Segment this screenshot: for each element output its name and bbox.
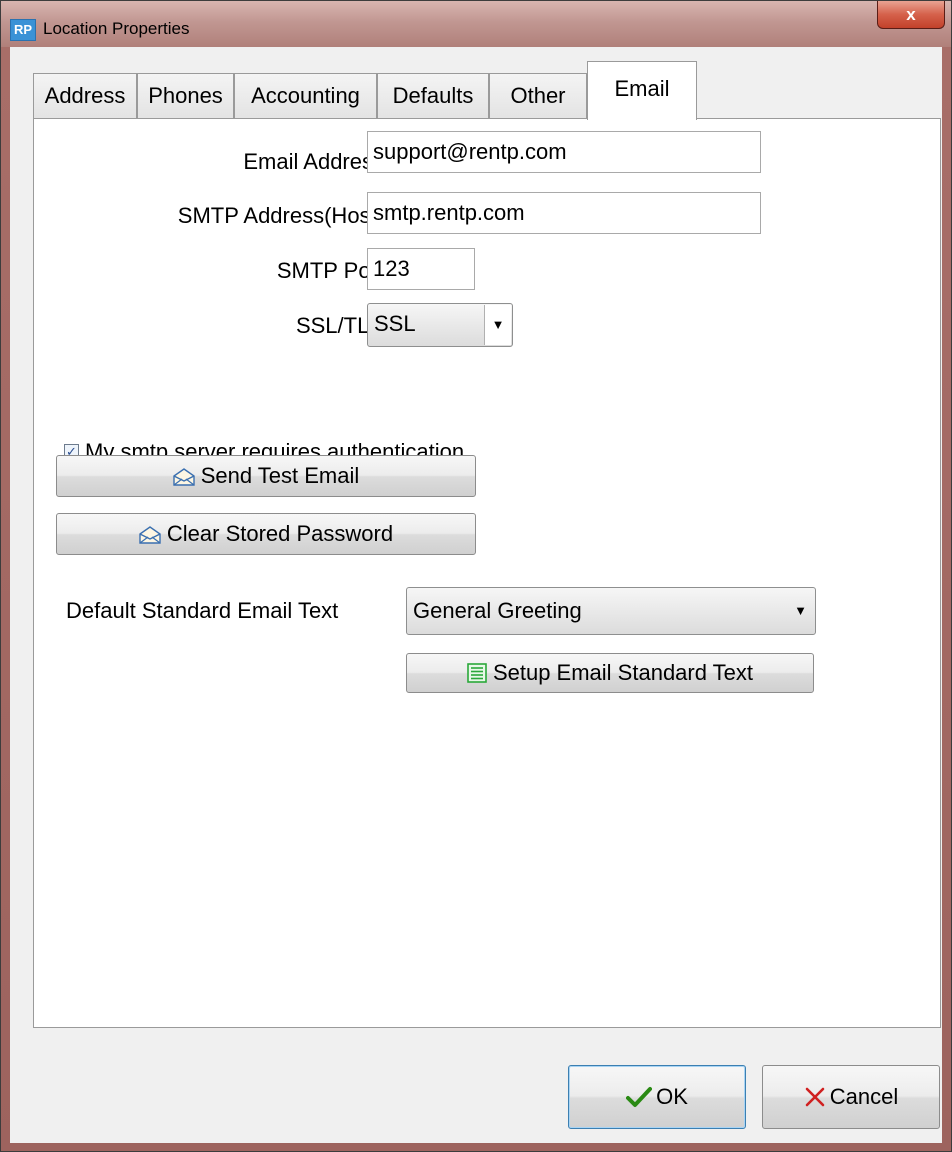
email-tab-panel: Email Address support@rentp.com SMTP Add… [33, 118, 941, 1028]
x-icon [805, 1087, 825, 1107]
default-email-text-value: General Greeting [413, 598, 582, 623]
close-icon: x [906, 5, 916, 24]
clear-stored-password-button[interactable]: Clear Stored Password [56, 513, 476, 555]
tab-email-label: Email [614, 76, 670, 101]
envelope-icon [139, 526, 161, 544]
list-icon [467, 663, 487, 683]
chevron-down-icon[interactable]: ▼ [794, 588, 807, 634]
default-email-text-select[interactable]: General Greeting ▼ [406, 587, 816, 635]
ssl-tls-value: SSL [374, 311, 416, 336]
tab-phones[interactable]: Phones [137, 73, 234, 119]
tab-email[interactable]: Email [587, 61, 697, 120]
tab-defaults[interactable]: Defaults [377, 73, 489, 119]
tab-address-label: Address [44, 83, 126, 108]
clear-stored-password-label: Clear Stored Password [166, 521, 394, 546]
envelope-icon [173, 468, 195, 486]
cancel-label: Cancel [829, 1084, 899, 1109]
ok-label: OK [656, 1084, 688, 1109]
ok-button[interactable]: OK [568, 1065, 746, 1129]
tab-other-label: Other [510, 83, 566, 108]
location-properties-window: RP Location Properties x Address Phones … [0, 0, 952, 1152]
window-title: Location Properties [43, 19, 190, 38]
title-bar[interactable]: RP Location Properties x [1, 1, 951, 47]
setup-email-standard-text-button[interactable]: Setup Email Standard Text [406, 653, 814, 693]
tab-address[interactable]: Address [33, 73, 137, 119]
tab-accounting-label: Accounting [251, 83, 360, 108]
close-button[interactable]: x [877, 1, 945, 29]
chevron-down-icon[interactable]: ▼ [484, 305, 511, 345]
checkmark-icon [626, 1087, 653, 1107]
smtp-port-field[interactable]: 123 [367, 248, 475, 290]
tab-other[interactable]: Other [489, 73, 587, 119]
email-address-field[interactable]: support@rentp.com [367, 131, 761, 173]
smtp-host-field[interactable]: smtp.rentp.com [367, 192, 761, 234]
smtp-host-label: SMTP Address(Host) [177, 203, 384, 228]
setup-email-standard-text-label: Setup Email Standard Text [492, 660, 754, 685]
app-icon: RP [10, 19, 36, 41]
tab-phones-label: Phones [148, 83, 223, 108]
ssl-tls-select[interactable]: SSL ▼ [367, 303, 513, 347]
send-test-email-label: Send Test Email [200, 463, 360, 488]
tab-defaults-label: Defaults [392, 83, 474, 108]
tab-accounting[interactable]: Accounting [234, 73, 377, 119]
dialog-client: Address Phones Accounting Defaults Other… [10, 47, 942, 1143]
email-address-label: Email Address [243, 149, 384, 174]
send-test-email-button[interactable]: Send Test Email [56, 455, 476, 497]
cancel-button[interactable]: Cancel [762, 1065, 940, 1129]
default-email-text-label: Default Standard Email Text [66, 598, 339, 623]
